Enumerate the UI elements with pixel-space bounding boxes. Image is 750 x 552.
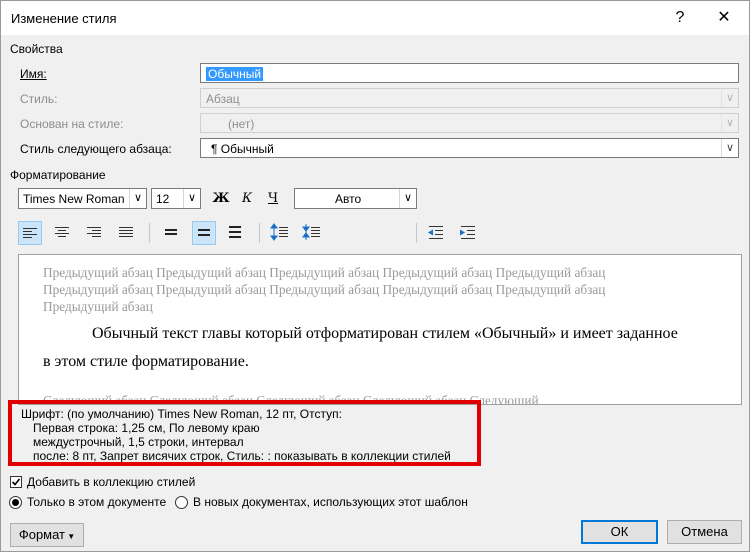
only-this-document-label: Только в этом документе: [27, 495, 167, 509]
title-bar: Изменение стиля ? ✕: [1, 1, 749, 35]
preview-sample-line: в этом стиле форматирование.: [43, 353, 249, 370]
style-type-select[interactable]: Абзац ∨: [200, 88, 739, 108]
toolbar-divider: [259, 223, 260, 243]
new-documents-label: В новых документах, использующих этот ша…: [193, 495, 468, 509]
dropdown-arrow-icon: ▼: [65, 532, 76, 541]
toolbar-divider: [416, 223, 417, 243]
preview-previous-line: Предыдущий абзац Предыдущий абзац Предыд…: [43, 265, 606, 280]
based-on-label: Основан на стиле:: [20, 117, 124, 131]
add-to-gallery-label: Добавить в коллекцию стилей: [27, 475, 196, 489]
font-color-value: Авто: [335, 192, 362, 206]
font-size-select[interactable]: 12 ∨: [151, 188, 201, 209]
align-left-button[interactable]: [18, 221, 42, 245]
format-button-label: Формат: [18, 527, 66, 542]
chevron-down-icon: ∨: [399, 189, 416, 208]
decrease-paragraph-spacing-icon: [302, 224, 320, 240]
style-type-value: Абзац: [206, 92, 240, 106]
chevron-down-icon: ∨: [721, 114, 738, 132]
next-style-select[interactable]: ¶ Обычный ∨: [200, 138, 739, 158]
highlight-box: [8, 400, 481, 466]
based-on-select[interactable]: (нет) ∨: [200, 113, 739, 133]
modify-style-dialog: Изменение стиля ? ✕ Свойства Имя: Обычны…: [0, 0, 750, 552]
preview-previous-line: Предыдущий абзац: [43, 299, 153, 314]
increase-indent-icon: [460, 226, 475, 239]
help-button[interactable]: ?: [666, 6, 694, 30]
justify-button[interactable]: [115, 221, 139, 245]
formatting-section-label: Форматирование: [10, 168, 106, 182]
chevron-down-icon: ∨: [721, 89, 738, 107]
close-button[interactable]: ✕: [710, 6, 738, 30]
preview-sample-line: Обычный текст главы который отформатиров…: [92, 325, 678, 342]
align-right-button[interactable]: [83, 221, 107, 245]
add-to-gallery-checkbox[interactable]: [10, 476, 22, 488]
double-spacing-icon: [229, 226, 241, 238]
name-label-text: Имя:: [20, 67, 47, 81]
ok-button[interactable]: ОК: [581, 520, 658, 544]
decrease-indent-icon: [428, 226, 443, 239]
font-select[interactable]: Times New Roman ∨: [18, 188, 147, 209]
one-half-spacing-icon: [198, 229, 210, 236]
underline-button[interactable]: Ч: [262, 188, 284, 209]
increase-paragraph-spacing-button[interactable]: [269, 221, 293, 245]
cancel-button[interactable]: Отмена: [667, 520, 742, 544]
align-center-icon: [55, 227, 69, 237]
align-right-icon: [87, 227, 101, 237]
toolbar-divider: [149, 223, 150, 243]
based-on-value: (нет): [228, 117, 255, 131]
italic-button[interactable]: К: [236, 188, 258, 209]
chevron-down-icon: ∨: [721, 139, 738, 157]
decrease-paragraph-spacing-button[interactable]: [301, 221, 325, 245]
style-type-label: Стиль:: [20, 92, 58, 106]
format-button[interactable]: Формат ▼: [10, 523, 84, 547]
font-size-value: 12: [156, 192, 170, 206]
align-center-button[interactable]: [51, 221, 75, 245]
font-value: Times New Roman: [23, 192, 125, 206]
justify-icon: [119, 227, 133, 237]
single-spacing-button[interactable]: [160, 221, 184, 245]
next-style-value: ¶ Обычный: [211, 142, 274, 156]
single-spacing-icon: [165, 229, 177, 235]
next-style-label: Стиль следующего абзаца:: [20, 142, 172, 156]
align-left-icon: [23, 228, 37, 238]
chevron-down-icon: ∨: [129, 189, 146, 208]
only-this-document-radio[interactable]: [9, 496, 22, 509]
name-input[interactable]: Обычный: [200, 63, 739, 83]
dialog-title: Изменение стиля: [11, 11, 117, 26]
new-documents-radio[interactable]: [175, 496, 188, 509]
style-preview: Предыдущий абзац Предыдущий абзац Предыд…: [18, 254, 742, 405]
preview-previous-line: Предыдущий абзац Предыдущий абзац Предыд…: [43, 282, 606, 297]
name-label: Имя:: [20, 67, 47, 81]
increase-indent-button[interactable]: [457, 221, 481, 245]
double-spacing-button[interactable]: [224, 221, 248, 245]
name-input-value: Обычный: [206, 67, 264, 81]
decrease-indent-button[interactable]: [425, 221, 449, 245]
one-half-spacing-button[interactable]: [192, 221, 216, 245]
properties-section-label: Свойства: [10, 42, 63, 56]
checkmark-icon: [11, 478, 21, 486]
font-color-select[interactable]: Авто ∨: [294, 188, 417, 209]
increase-paragraph-spacing-icon: [270, 223, 288, 241]
radio-selected-dot: [12, 499, 19, 506]
bold-button[interactable]: Ж: [210, 188, 232, 209]
chevron-down-icon: ∨: [183, 189, 200, 208]
